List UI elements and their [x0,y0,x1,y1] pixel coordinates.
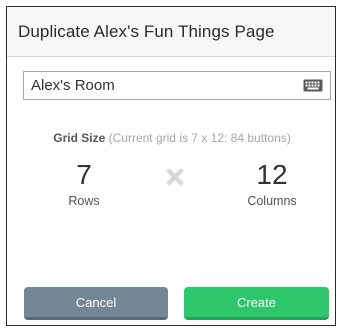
create-button[interactable]: Create [184,287,329,320]
dialog-header: Duplicate Alex's Fun Things Page [7,7,335,57]
cancel-button[interactable]: Cancel [24,287,168,320]
times-icon [166,168,184,186]
columns-control[interactable]: 12 Columns [217,159,327,208]
duplicate-page-dialog: Duplicate Alex's Fun Things Page Alex's … [6,6,336,326]
columns-label: Columns [247,194,297,208]
keyboard-icon[interactable] [302,79,324,93]
rows-label: Rows [68,194,100,208]
columns-value[interactable]: 12 [217,159,327,191]
rows-control[interactable]: 7 Rows [29,159,139,208]
current-grid-note: (Current grid is 7 x 12: 84 buttons) [108,131,291,145]
dialog-title: Duplicate Alex's Fun Things Page [18,21,275,41]
rows-value[interactable]: 7 [29,159,139,191]
grid-size-description: Grid Size (Current grid is 7 x 12: 84 bu… [7,131,337,145]
page-name-field[interactable] [23,71,331,100]
grid-size-label: Grid Size [53,131,106,145]
page-name-input[interactable] [24,72,302,99]
